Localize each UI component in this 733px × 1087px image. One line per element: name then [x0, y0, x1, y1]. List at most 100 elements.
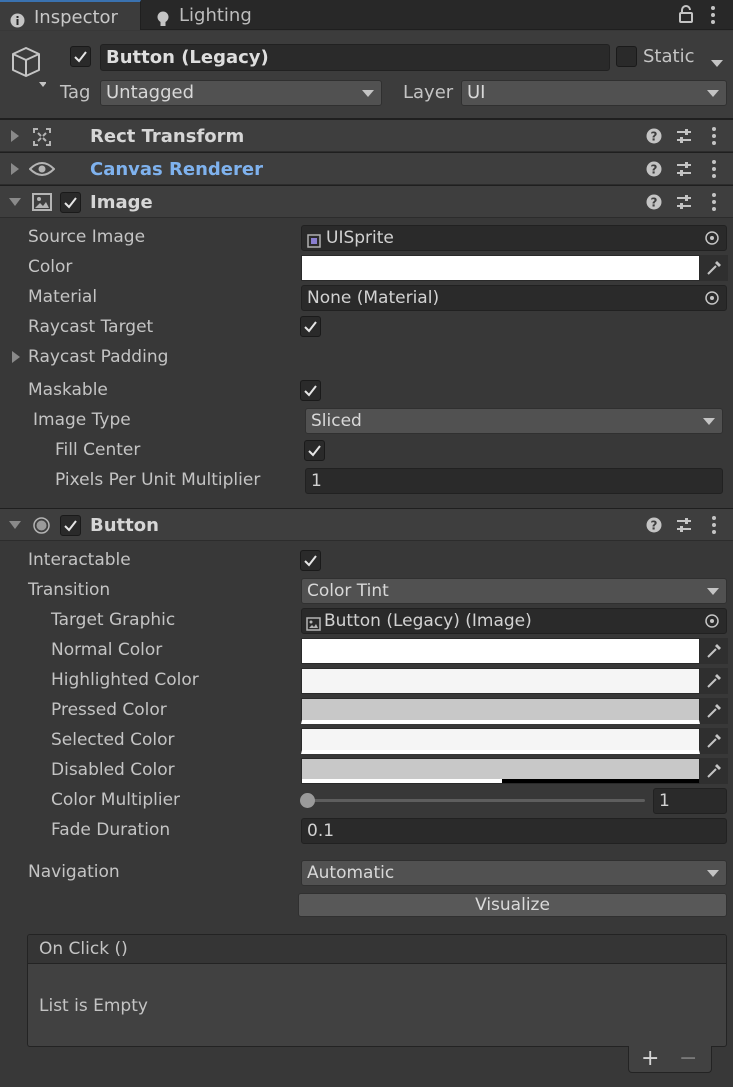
foldout-arrow-icon[interactable] — [11, 163, 19, 175]
presets-icon[interactable] — [676, 128, 692, 144]
image-enabled-checkbox[interactable] — [60, 192, 81, 213]
tab-lighting[interactable]: Lighting — [142, 0, 282, 30]
raycast-padding-foldout-icon[interactable] — [12, 351, 20, 363]
navigation-dropdown[interactable]: Automatic — [301, 860, 727, 886]
eyedropper-icon[interactable] — [700, 758, 728, 784]
component-menu-icon[interactable] — [709, 192, 719, 212]
visualize-button[interactable]: Visualize — [298, 893, 727, 917]
add-event-button[interactable]: + — [641, 1048, 659, 1070]
target-graphic-field[interactable]: Button (Legacy) (Image) — [301, 608, 727, 634]
layer-dropdown[interactable]: UI — [461, 80, 727, 106]
selected-color-swatch[interactable] — [301, 728, 700, 754]
tag-dropdown[interactable]: Untagged — [100, 80, 382, 106]
eyedropper-icon[interactable] — [700, 698, 728, 724]
object-name-input[interactable]: Button (Legacy) — [100, 44, 610, 71]
color-multiplier-slider-handle[interactable] — [300, 793, 315, 808]
color-swatch[interactable] — [301, 255, 700, 281]
disabled-alpha-bar — [302, 779, 502, 783]
presets-icon[interactable] — [676, 161, 692, 177]
eyedropper-icon[interactable] — [700, 638, 728, 664]
svg-text:?: ? — [651, 130, 658, 144]
help-icon[interactable]: ? — [646, 517, 662, 533]
tag-value: Untagged — [106, 82, 195, 103]
onclick-event-list: On Click () List is Empty — [27, 934, 727, 1047]
chevron-down-icon — [707, 588, 719, 595]
transition-label: Transition — [28, 580, 111, 600]
highlighted-color-swatch[interactable] — [301, 668, 700, 694]
interactable-checkbox[interactable] — [300, 550, 321, 571]
fill-center-label: Fill Center — [55, 440, 141, 460]
object-picker-icon[interactable] — [698, 286, 726, 310]
pressed-color-swatch[interactable] — [301, 698, 700, 724]
tab-inspector[interactable]: Inspector — [0, 0, 141, 30]
ppu-multiplier-input[interactable]: 1 — [305, 468, 723, 494]
svg-text:?: ? — [651, 196, 658, 210]
static-label: Static — [643, 46, 695, 67]
fill-center-checkbox[interactable] — [304, 440, 325, 461]
image-type-label: Image Type — [33, 410, 131, 430]
image-title: Image — [90, 192, 153, 213]
foldout-arrow-icon[interactable] — [9, 521, 21, 529]
maskable-checkbox[interactable] — [300, 380, 321, 401]
disabled-alpha-bar-dark — [502, 779, 699, 783]
tab-menu-icon[interactable] — [708, 5, 718, 25]
static-checkbox[interactable] — [616, 46, 637, 67]
fade-duration-input[interactable]: 0.1 — [301, 818, 727, 844]
fade-duration-label: Fade Duration — [51, 820, 171, 840]
chevron-down-icon — [707, 870, 719, 877]
color-multiplier-slider-track[interactable] — [308, 799, 645, 802]
button-header[interactable]: Button ? — [0, 508, 733, 541]
eyedropper-icon[interactable] — [700, 255, 728, 281]
help-icon[interactable]: ? — [646, 194, 662, 210]
eye-icon — [28, 161, 56, 177]
tab-bar: Inspector Lighting — [0, 0, 733, 30]
interactable-label: Interactable — [28, 550, 131, 570]
rect-transform-title: Rect Transform — [90, 126, 245, 147]
object-picker-icon[interactable] — [698, 609, 726, 633]
normal-color-label: Normal Color — [51, 640, 163, 660]
normal-color-swatch[interactable] — [301, 638, 700, 664]
canvas-renderer-header[interactable]: Canvas Renderer ? — [0, 152, 733, 185]
component-menu-icon[interactable] — [709, 126, 719, 146]
info-icon — [10, 8, 25, 28]
rect-transform-header[interactable]: Rect Transform ? — [0, 119, 733, 152]
transition-dropdown[interactable]: Color Tint — [301, 578, 727, 604]
foldout-arrow-icon[interactable] — [11, 130, 19, 142]
canvas-renderer-title: Canvas Renderer — [90, 159, 263, 180]
svg-text:?: ? — [651, 163, 658, 177]
disabled-color-swatch[interactable] — [301, 758, 700, 784]
image-component-icon — [306, 614, 321, 631]
eyedropper-icon[interactable] — [700, 668, 728, 694]
selected-color-label: Selected Color — [51, 730, 175, 750]
static-dropdown-icon[interactable] — [711, 53, 723, 67]
raycast-padding-label[interactable]: Raycast Padding — [28, 349, 168, 366]
navigation-label: Navigation — [28, 862, 120, 882]
layer-value: UI — [467, 82, 486, 103]
material-field[interactable]: None (Material) — [301, 285, 727, 311]
active-checkbox[interactable] — [70, 46, 91, 67]
eyedropper-icon[interactable] — [700, 728, 728, 754]
source-image-field[interactable]: UISprite — [301, 225, 727, 251]
foldout-arrow-icon[interactable] — [9, 198, 21, 206]
presets-icon[interactable] — [676, 517, 692, 533]
image-type-dropdown[interactable]: Sliced — [305, 408, 723, 434]
transition-value: Color Tint — [307, 581, 389, 601]
button-enabled-checkbox[interactable] — [60, 515, 81, 536]
raycast-target-checkbox[interactable] — [300, 316, 321, 337]
help-icon[interactable]: ? — [646, 161, 662, 177]
color-multiplier-input[interactable]: 1 — [653, 788, 727, 814]
image-header[interactable]: Image ? — [0, 185, 733, 218]
lock-icon[interactable] — [679, 5, 693, 23]
component-menu-icon[interactable] — [709, 159, 719, 179]
tab-inspector-label: Inspector — [34, 7, 118, 28]
component-menu-icon[interactable] — [709, 515, 719, 535]
button-component-icon — [33, 517, 50, 534]
remove-event-button[interactable]: − — [679, 1048, 697, 1070]
highlighted-color-label: Highlighted Color — [51, 670, 199, 690]
object-picker-icon[interactable] — [698, 226, 726, 250]
onclick-header: On Click () — [28, 935, 726, 964]
button-title: Button — [90, 515, 159, 536]
gameobject-cube-icon[interactable] — [10, 45, 47, 89]
help-icon[interactable]: ? — [646, 128, 662, 144]
presets-icon[interactable] — [676, 194, 692, 210]
